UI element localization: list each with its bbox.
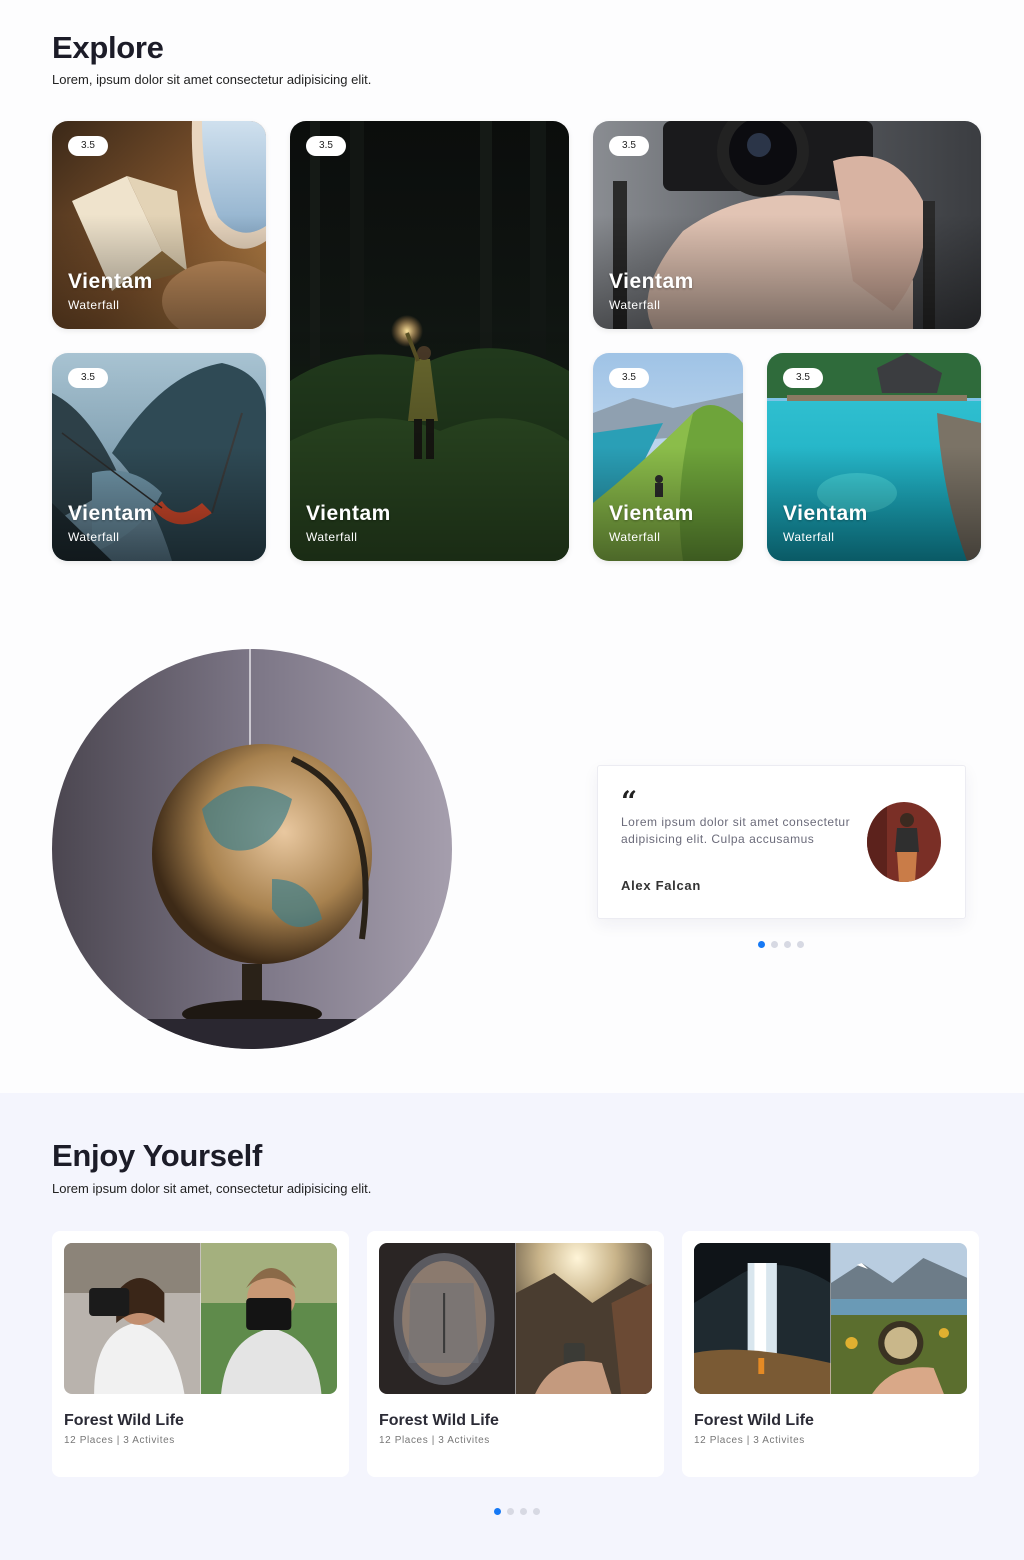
explore-card[interactable]: 3.5 Vientam Waterfall [593,121,981,329]
enjoy-title: Enjoy Yourself [52,1138,262,1173]
destination-card[interactable]: Forest Wild Life 12 Places | 3 Activites [52,1231,349,1477]
pagination-dot[interactable] [507,1508,514,1515]
rating-badge: 3.5 [783,368,823,388]
explore-title: Explore [52,30,164,65]
destination-card[interactable]: Forest Wild Life 12 Places | 3 Activites [682,1231,979,1477]
card-title: Forest Wild Life [694,1412,814,1429]
explore-card[interactable]: 3.5 Vientam Waterfall [593,353,743,561]
card-subtitle: Waterfall [783,530,835,544]
pagination-dot[interactable] [533,1508,540,1515]
testimonial-author: Alex Falcan [621,878,701,893]
rating-badge: 3.5 [306,136,346,156]
testimonial-card: “ Lorem ipsum dolor sit amet consectetur… [597,765,966,919]
pagination-dot[interactable] [771,941,778,948]
globe-image [52,649,452,1049]
card-subtitle: Waterfall [609,298,661,312]
explore-subtitle: Lorem, ipsum dolor sit amet consectetur … [52,72,372,87]
pagination-dot[interactable] [797,941,804,948]
explore-card[interactable]: 3.5 Vientam Waterfall [767,353,981,561]
enjoy-pagination [494,1508,540,1515]
card-meta: 12 Places | 3 Activites [379,1435,490,1446]
plane-window-city-image [379,1243,516,1394]
rating-badge: 3.5 [68,368,108,388]
card-subtitle: Waterfall [306,530,358,544]
explore-card[interactable]: 3.5 Vientam Waterfall [52,353,266,561]
card-title: Vientam [609,270,694,293]
enjoy-subtitle: Lorem ipsum dolor sit amet, consectetur … [52,1181,372,1196]
compass-lake-mountains-image [830,1243,967,1394]
rating-badge: 3.5 [68,136,108,156]
card-meta: 12 Places | 3 Activites [64,1435,175,1446]
explore-card[interactable]: 3.5 Vientam Waterfall [290,121,569,561]
woman-camera-forest-image [200,1243,337,1394]
card-title: Forest Wild Life [379,1412,499,1429]
destination-card[interactable]: Forest Wild Life 12 Places | 3 Activites [367,1231,664,1477]
card-title: Vientam [68,270,153,293]
card-title: Vientam [306,502,391,525]
card-title: Vientam [68,502,153,525]
woman-camera-city-image [64,1243,201,1394]
testimonial-text: Lorem ipsum dolor sit amet consectetur a… [621,815,851,846]
card-subtitle: Waterfall [68,298,120,312]
quote-icon: “ [621,785,638,818]
card-subtitle: Waterfall [68,530,120,544]
card-title: Vientam [783,502,868,525]
pagination-dot[interactable] [520,1508,527,1515]
rating-badge: 3.5 [609,136,649,156]
avatar [867,802,941,882]
waterfall-cave-hiker-image [694,1243,831,1394]
explore-card[interactable]: 3.5 Vientam Waterfall [52,121,266,329]
rating-badge: 3.5 [609,368,649,388]
coffee-mountain-sunrise-image [515,1243,652,1394]
testimonial-pagination [758,941,804,948]
pagination-dot[interactable] [758,941,765,948]
card-title: Vientam [609,502,694,525]
pagination-dot[interactable] [784,941,791,948]
card-meta: 12 Places | 3 Activites [694,1435,805,1446]
card-title: Forest Wild Life [64,1412,184,1429]
pagination-dot[interactable] [494,1508,501,1515]
card-subtitle: Waterfall [609,530,661,544]
